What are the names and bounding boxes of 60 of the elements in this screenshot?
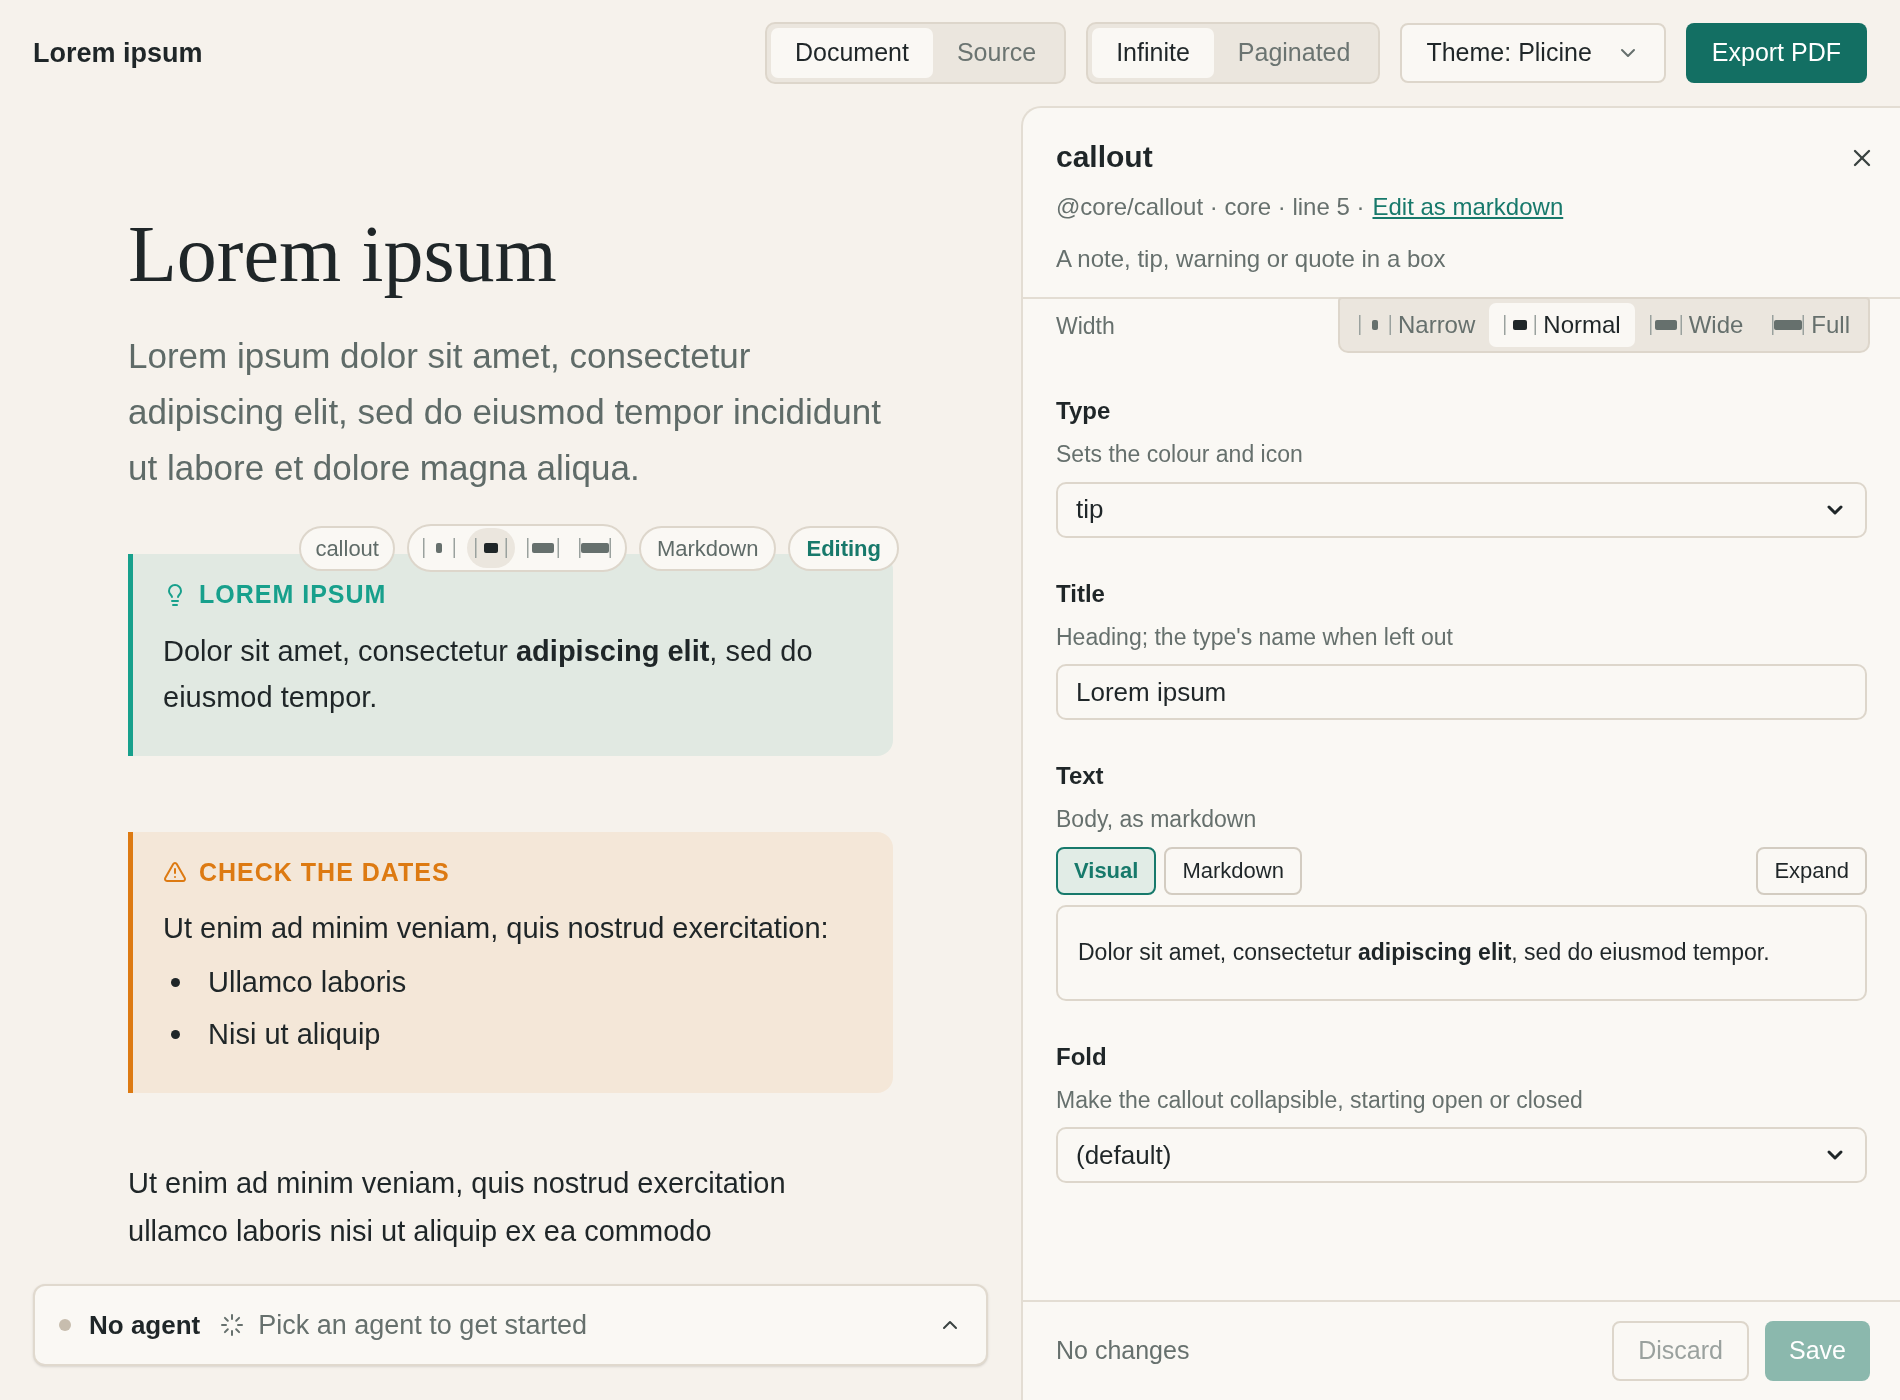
width-option[interactable]: Normal — [1489, 303, 1635, 347]
text-editor[interactable]: Dolor sit amet, consectetur adipiscing elit, sed do eiusmod tempor. — [1056, 904, 1867, 1001]
layout-tab[interactable]: Infinite — [1092, 28, 1214, 78]
width-option[interactable]: Narrow — [1343, 303, 1490, 347]
agent-bar[interactable]: No agent Pick an agent to get started — [33, 1284, 988, 1366]
mode-tab[interactable]: Markdown — [1164, 846, 1302, 895]
width-icon — [577, 536, 612, 560]
agent-status: No agent — [89, 1308, 201, 1342]
width-icon — [1771, 313, 1806, 337]
input-field[interactable]: Lorem ipsum — [1056, 664, 1867, 720]
markdown-chip[interactable]: Markdown — [638, 525, 777, 571]
panel-title: callout — [1056, 139, 1153, 175]
change-status: No changes — [1056, 1335, 1190, 1367]
width-icon — [1648, 313, 1683, 337]
layout-tab[interactable]: Paginated — [1213, 28, 1375, 78]
list-item: Nisi ut aliquip — [208, 1017, 381, 1052]
field-label: Type — [1056, 396, 1112, 426]
block-description: A note, tip, warning or quote in a box — [1056, 244, 1447, 274]
bullet-icon — [171, 977, 180, 987]
callout-title: CHECK THE DATES — [199, 856, 450, 888]
view-tab[interactable]: Document — [771, 28, 933, 78]
block-meta: @core/callout · core · line 5 · — [1056, 192, 1365, 222]
document-title: Lorem ipsum — [128, 209, 558, 300]
callout-text: Ut enim ad minim veniam, quis nostrud exercitation: — [163, 911, 830, 946]
editing-chip[interactable]: Editing — [788, 525, 899, 571]
field-label: Width — [1056, 311, 1115, 341]
width-icon — [421, 536, 456, 560]
select-field[interactable]: (default) — [1056, 1127, 1867, 1183]
field-hint: Sets the colour and icon — [1056, 440, 1304, 469]
width-icon — [525, 536, 560, 560]
spinner-icon — [220, 1313, 245, 1337]
field-hint: Body, as markdown — [1056, 805, 1258, 834]
field-hint: Make the callout collapsible, starting open or closed — [1056, 1085, 1584, 1115]
app-title: Lorem ipsum — [33, 36, 203, 70]
width-option[interactable] — [466, 528, 515, 568]
theme-select[interactable]: Theme: Plicine — [1400, 23, 1666, 83]
expand-button[interactable]: Expand — [1756, 846, 1867, 895]
field-label: Fold — [1056, 1041, 1108, 1072]
lead-paragraph: Lorem ipsum dolor sit amet, consectetur adipiscing elit, sed do eiusmod tempor incididunt ut labore et dolore magna aliqua. — [128, 335, 882, 489]
block-type-chip: callout — [299, 525, 395, 571]
bullet-icon — [171, 1029, 180, 1039]
edit-markdown-link[interactable]: Edit as markdown — [1372, 189, 1564, 225]
callout-text: Dolor sit amet, consectetur adipiscing elit, sed do eiusmod tempor. — [163, 633, 814, 715]
export-button[interactable]: Export PDF — [1685, 23, 1867, 83]
agent-hint: Pick an agent to get started — [258, 1308, 587, 1342]
view-tab[interactable]: Source — [932, 28, 1061, 78]
list-item: Ullamco laboris — [208, 965, 407, 1000]
width-icon — [1503, 313, 1538, 337]
width-option[interactable]: Full — [1757, 303, 1864, 347]
body-paragraph: Ut enim ad minim veniam, quis nostrud exercitation ullamco laboris nisi ut aliquip ex ea commodo — [128, 1166, 787, 1249]
width-icon — [473, 536, 508, 560]
callout-title: LOREM IPSUM — [199, 579, 387, 610]
width-icon — [1357, 313, 1392, 337]
warning-icon — [163, 860, 187, 885]
field-hint: Heading; the type's name when left out — [1056, 622, 1454, 652]
mode-tab[interactable]: Visual — [1056, 846, 1157, 895]
field-label: Title — [1056, 578, 1106, 609]
width-option[interactable]: Wide — [1634, 303, 1758, 347]
field-label: Text — [1056, 761, 1105, 791]
select-field[interactable]: tip — [1056, 481, 1867, 538]
